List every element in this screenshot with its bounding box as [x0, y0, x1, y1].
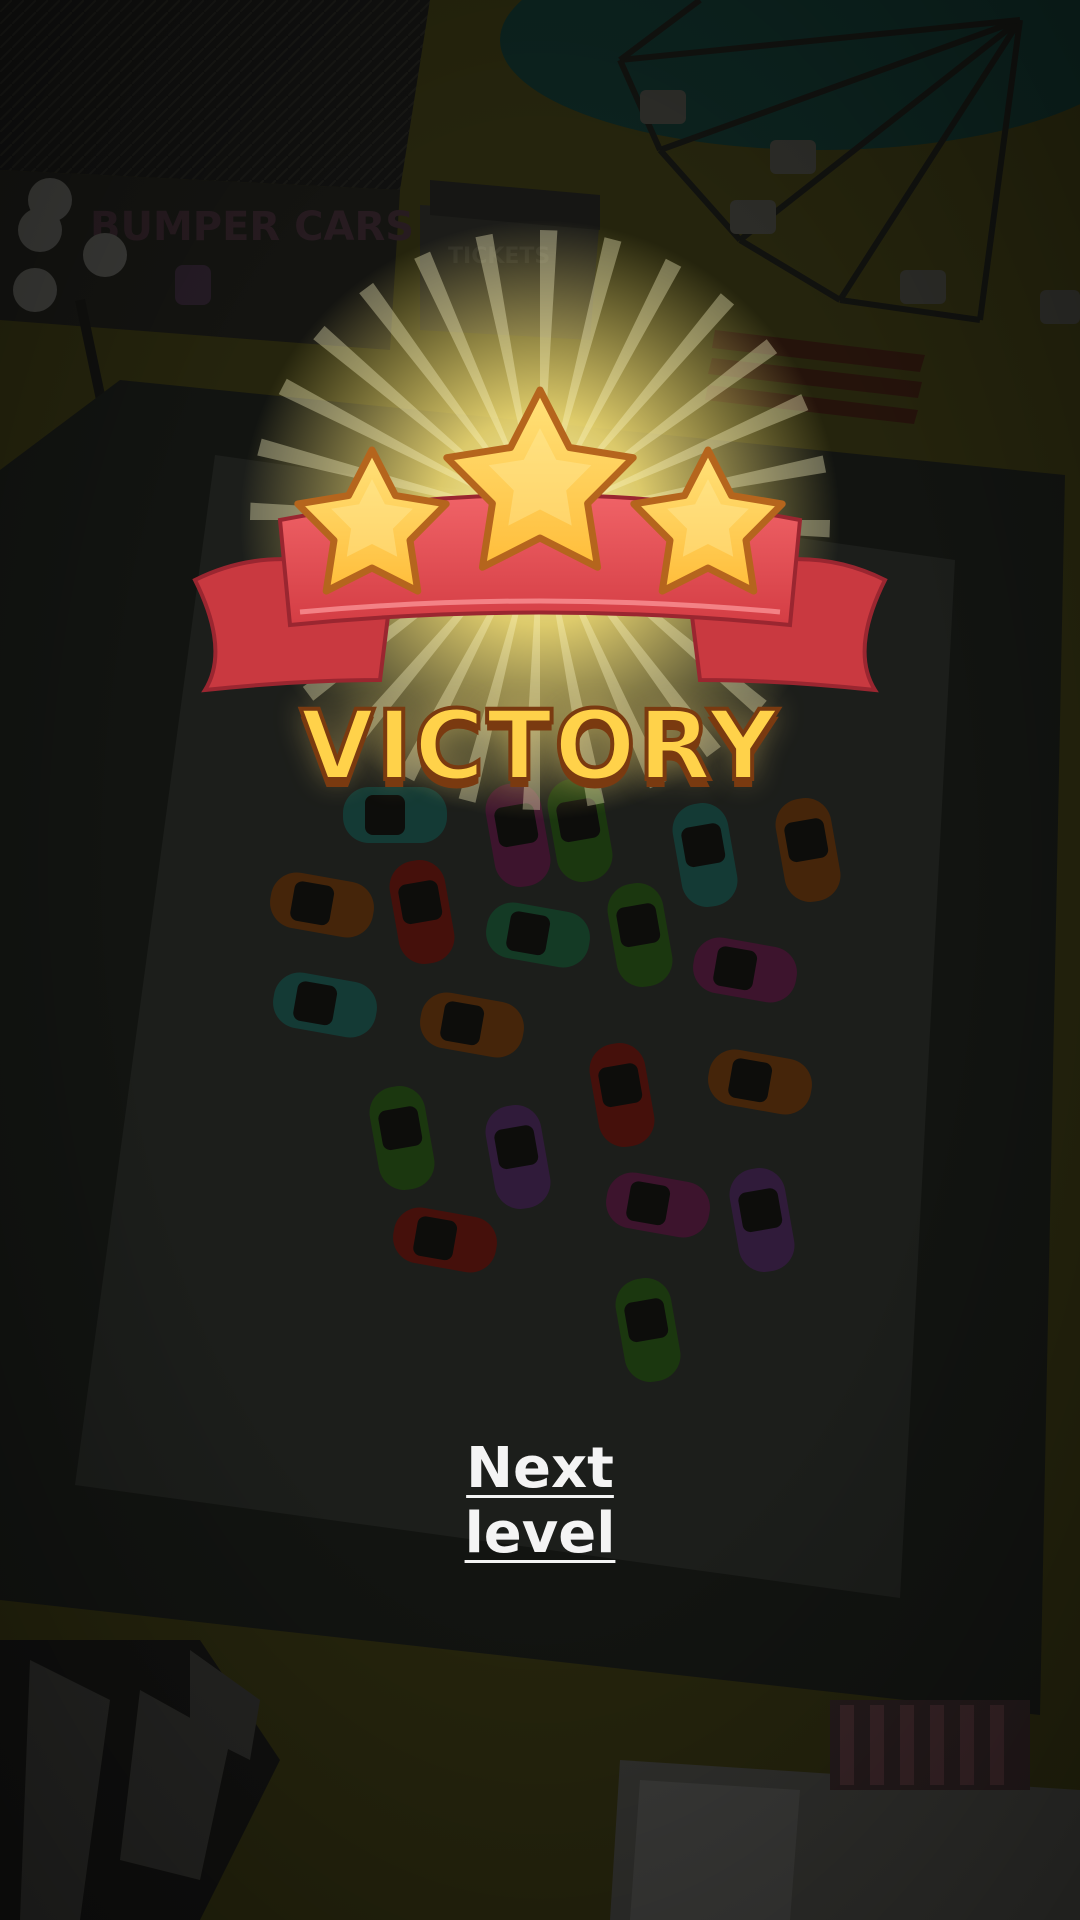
next-level-button[interactable]: Next level [390, 1436, 690, 1566]
victory-screen: VICTORY Next level [0, 0, 1080, 1920]
victory-title: VICTORY [298, 688, 780, 804]
